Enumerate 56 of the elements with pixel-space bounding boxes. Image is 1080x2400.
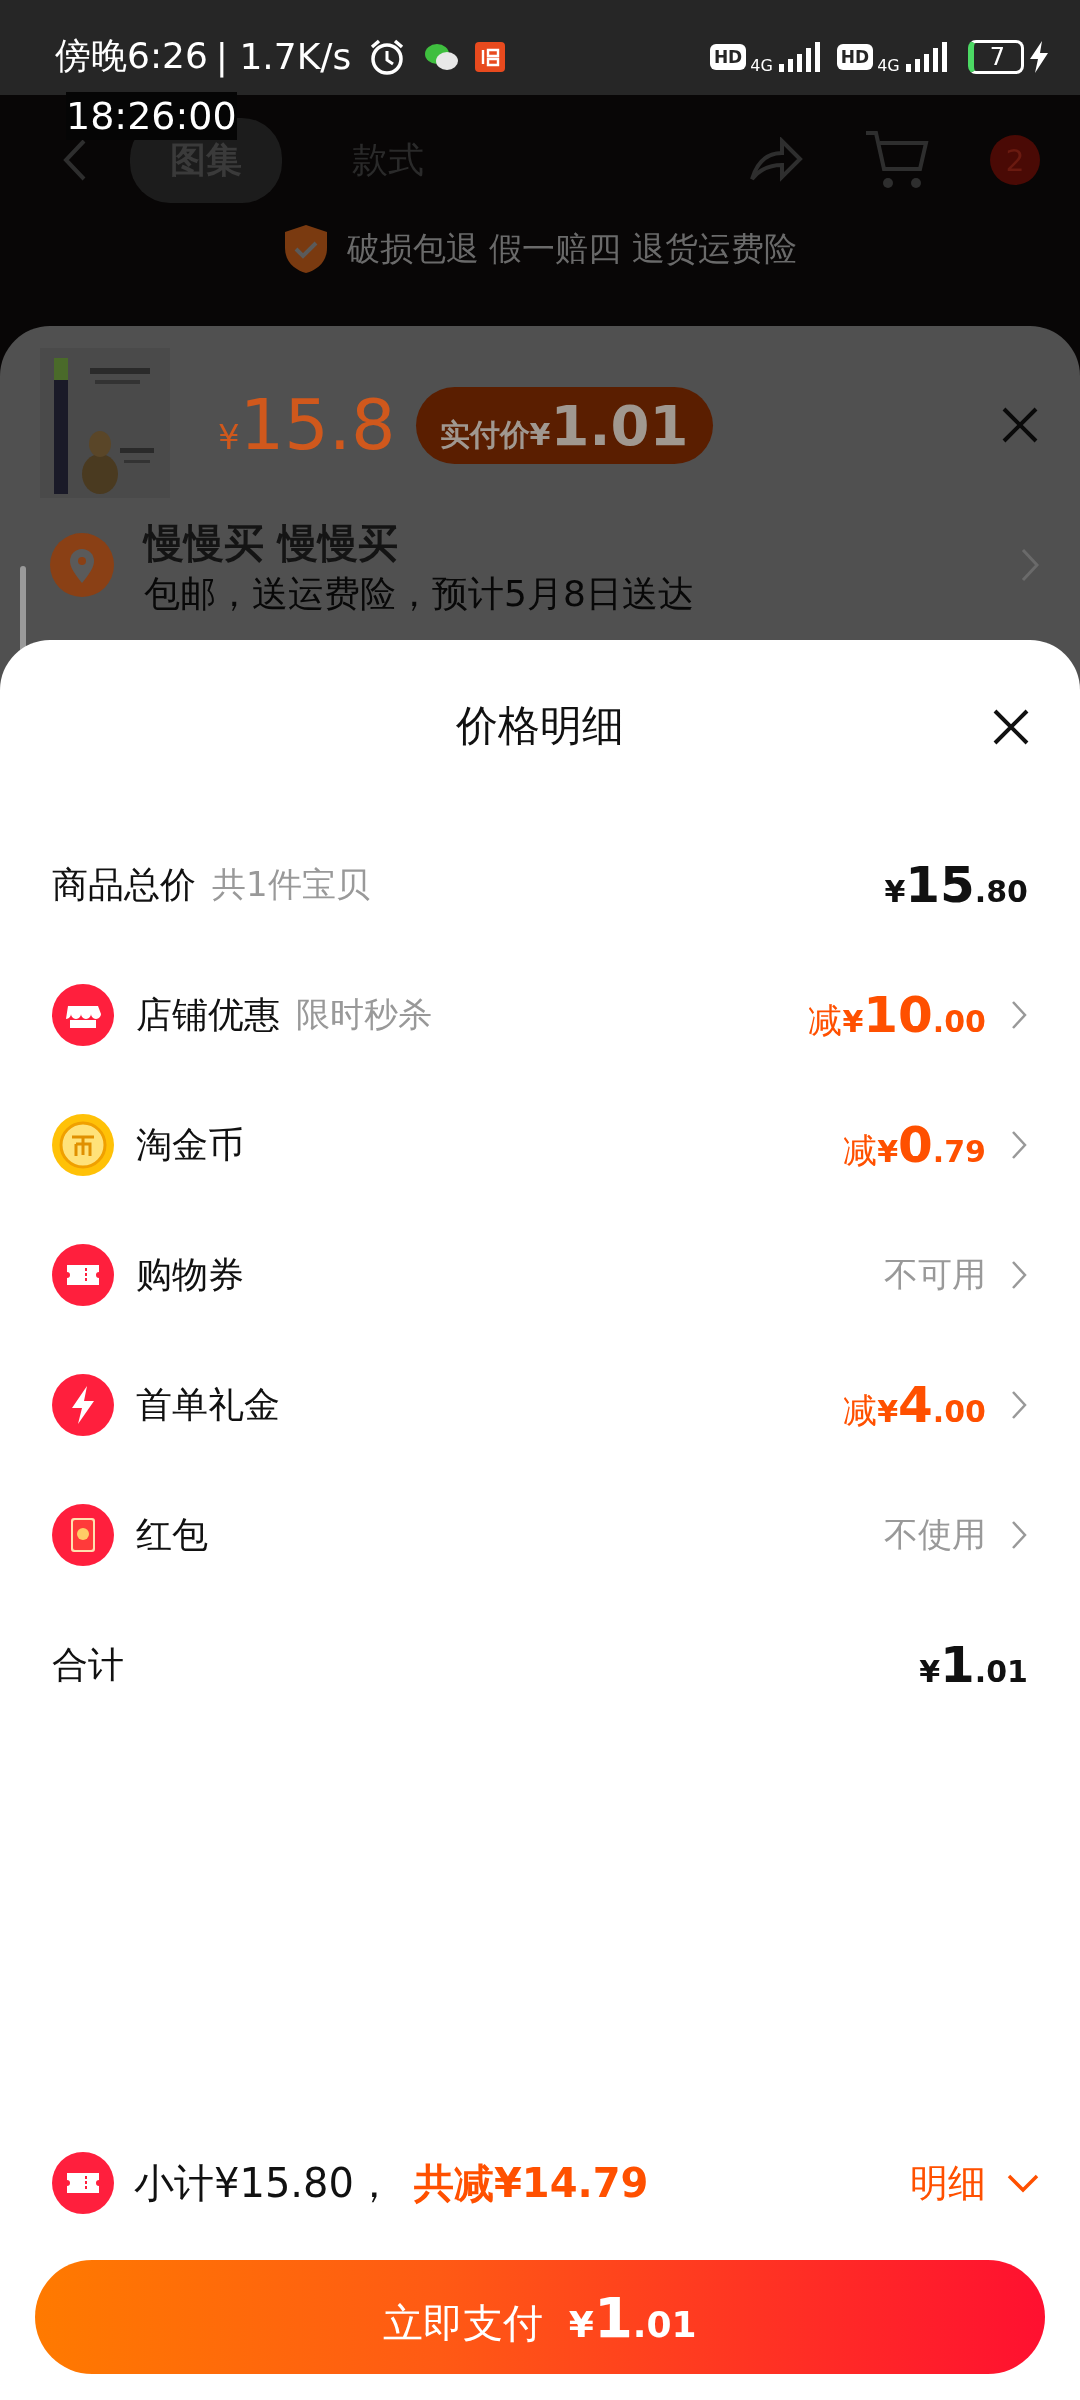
delivery-info: 包邮，送运费险，预计5月8日送达 xyxy=(144,573,695,615)
location-icon xyxy=(50,533,114,598)
row-label: 商品总价 xyxy=(52,862,196,907)
total-discount: 共减¥14.79 xyxy=(413,2158,649,2208)
row-status: 不使用 xyxy=(884,1513,986,1556)
ticket-icon xyxy=(52,1244,114,1306)
row-amount: 减¥0.79 xyxy=(843,1116,986,1174)
sheet-title: 价格明细 xyxy=(456,700,624,752)
app-icon xyxy=(475,41,506,72)
chevron-down-icon[interactable] xyxy=(1006,2173,1040,2193)
address-name: 慢慢买 慢慢买 xyxy=(144,519,399,568)
chevron-icon[interactable] xyxy=(1010,1389,1028,1421)
signal-icon xyxy=(903,41,950,72)
time-overlay: 18:26:00 xyxy=(66,92,237,140)
guarantee-text: 破损包退 假一赔四 退货运费险 xyxy=(347,227,797,270)
row-label: 店铺优惠 xyxy=(136,992,280,1037)
ticket-icon xyxy=(52,2152,114,2214)
battery-level: 7 xyxy=(967,39,1024,74)
charging-icon xyxy=(1028,40,1050,73)
row-amount: ¥15.80 xyxy=(884,856,1028,914)
detail-toggle[interactable]: 明细 xyxy=(910,2157,986,2209)
network-type: 4G xyxy=(750,56,773,75)
cart-icon[interactable] xyxy=(864,129,930,191)
row-amount: ¥1.01 xyxy=(919,1636,1028,1694)
row-label: 合计 xyxy=(52,1642,124,1687)
signal-icon xyxy=(776,41,823,72)
row-amount: 减¥10.00 xyxy=(808,986,986,1044)
hd-badge: HD xyxy=(709,43,747,70)
chevron-icon[interactable] xyxy=(1010,1519,1028,1551)
row-amount: 减¥4.00 xyxy=(843,1376,986,1434)
envelope-icon xyxy=(52,1504,114,1566)
store-icon xyxy=(52,984,114,1046)
shield-icon xyxy=(283,223,329,275)
lightning-icon xyxy=(52,1374,114,1436)
row-label: 红包 xyxy=(136,1512,208,1557)
chevron-icon[interactable] xyxy=(1010,999,1028,1031)
actual-price-tag: 实付价¥1.01 xyxy=(415,386,713,464)
row-label: 淘金币 xyxy=(136,1122,244,1167)
row-status: 不可用 xyxy=(884,1253,986,1296)
pay-button[interactable]: 立即支付 ¥1.01 xyxy=(35,2260,1045,2374)
network-speed: | 1.7K/s xyxy=(215,36,352,77)
row-note: 限时秒杀 xyxy=(296,993,432,1036)
row-label: 购物券 xyxy=(136,1252,244,1297)
product-price: ¥15.8 xyxy=(218,384,396,466)
chevron-icon[interactable] xyxy=(1010,1129,1028,1161)
row-label: 首单礼金 xyxy=(136,1382,280,1427)
status-time: 傍晚6:26 xyxy=(55,34,208,78)
chevron-icon[interactable] xyxy=(1010,1259,1028,1291)
row-note: 共1件宝贝 xyxy=(212,863,370,906)
share-icon[interactable] xyxy=(748,137,804,183)
subtotal-text: 小计¥15.80， xyxy=(134,2158,394,2208)
hd-badge: HD xyxy=(836,43,874,70)
close-icon[interactable] xyxy=(992,708,1030,746)
network-type: 4G xyxy=(877,56,900,75)
chevron-icon[interactable] xyxy=(1020,547,1040,584)
coin-icon xyxy=(52,1114,114,1176)
